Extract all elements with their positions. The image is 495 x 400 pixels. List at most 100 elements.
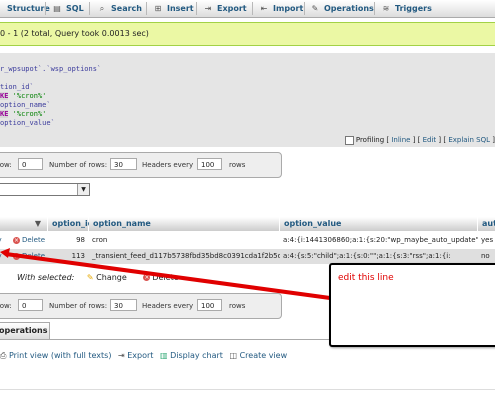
delete-row-link[interactable]: × Delete <box>10 233 48 248</box>
tab-search-label: Search <box>111 4 142 13</box>
nav-divider <box>196 2 197 15</box>
headers-every-label: Headers every <box>142 302 194 310</box>
tab-triggers[interactable]: ≋ Triggers <box>381 0 432 17</box>
import-icon: ⇤ <box>260 4 268 13</box>
tab-import[interactable]: ⇤ Import <box>259 0 304 17</box>
nav-divider <box>374 2 375 15</box>
column-header-autoload[interactable]: auto <box>478 217 495 231</box>
annotation-callout: edit this line <box>329 263 495 347</box>
table-row: py ×Delete 98 cron a:4:{i:1441306860;a:1… <box>0 233 495 248</box>
tab-import-label: Import <box>273 4 304 13</box>
export-link[interactable]: Export <box>127 351 153 360</box>
start-row-label: row: <box>0 302 12 310</box>
nav-divider <box>304 2 305 15</box>
column-header-option-value[interactable]: option_value <box>280 217 478 231</box>
pencil-icon: ✎ <box>86 273 94 282</box>
delete-selected-button[interactable]: Delete <box>152 273 178 282</box>
cell-option-value: a:4:{s:5:"child";a:1:{s:0:"";a:1:{s:3:"r… <box>283 252 451 260</box>
start-row-input[interactable]: 0 <box>18 299 43 311</box>
top-nav-bar: Structure ▤ SQL ⌕ Search ⊞ Insert ⇥ Export ⇤… <box>0 0 495 18</box>
cell-option-id: 113 <box>71 252 85 260</box>
print-view-link[interactable]: Print view (with full texts) <box>9 351 112 360</box>
nav-divider <box>252 2 253 15</box>
sort-by-key-select[interactable]: ▼ <box>0 183 90 196</box>
sql-line: option_value` <box>0 119 55 127</box>
rows-label: rows <box>229 302 246 310</box>
number-of-rows-input[interactable]: 30 <box>110 299 137 311</box>
start-row-input[interactable]: 0 <box>18 158 43 170</box>
results-navigation-top: row: 0 Number of rows: 30 Headers every … <box>0 152 282 178</box>
tab-search[interactable]: ⌕ Search <box>97 0 142 17</box>
profiling-bar: Profiling [ Inline ] [ Edit ] [ Explain … <box>0 133 495 147</box>
column-header-option-name[interactable]: option_name <box>89 217 280 231</box>
sql-icon: ▤ <box>53 4 61 13</box>
tab-triggers-label: Triggers <box>395 4 432 13</box>
headers-every-label: Headers every <box>142 161 194 169</box>
tab-insert[interactable]: ⊞ Insert <box>153 0 194 17</box>
sql-query-text: r_wpsupot`.`wsp_options` tion_id` KE '%c… <box>0 65 101 128</box>
cell-option-name: cron <box>92 236 108 244</box>
tab-export-label: Export <box>217 4 247 13</box>
print-icon: ⎙ <box>0 351 7 360</box>
tab-operations-label: Operations <box>324 4 374 13</box>
rows-label: rows <box>229 161 246 169</box>
footer-divider <box>0 389 495 390</box>
search-icon: ⌕ <box>99 4 105 13</box>
sql-string: '%cron%' <box>8 110 47 118</box>
delete-label: Delete <box>22 236 45 244</box>
triggers-icon: ≋ <box>382 4 390 13</box>
number-of-rows-label: Number of rows: <box>49 161 108 169</box>
sort-arrow-header[interactable]: ▼ <box>0 217 48 231</box>
nav-divider <box>89 2 90 15</box>
sql-string: '%cron%' <box>8 92 47 100</box>
cell-autoload: yes <box>481 236 494 244</box>
number-of-rows-input[interactable]: 30 <box>110 158 137 170</box>
nav-divider <box>146 2 147 15</box>
with-selected-label: With selected: <box>17 273 75 282</box>
delete-icon: × <box>13 236 20 244</box>
start-row-label: row: <box>0 161 12 169</box>
insert-icon: ⊞ <box>154 4 162 13</box>
headers-every-input[interactable]: 100 <box>197 158 222 170</box>
success-message: 0 - 1 (2 total, Query took 0.0013 sec) <box>0 22 495 46</box>
tab-sql[interactable]: ▤ SQL <box>52 0 83 17</box>
edit-sql-link[interactable]: Edit <box>423 136 437 144</box>
tab-export[interactable]: ⇥ Export <box>203 0 247 17</box>
chevron-down-icon: ▼ <box>77 184 89 195</box>
number-of-rows-label: Number of rows: <box>49 302 108 310</box>
sql-line: option_name` <box>0 101 51 109</box>
change-button[interactable]: Change <box>96 273 127 282</box>
nav-divider <box>45 2 46 15</box>
operations-header-label: operations <box>0 326 48 335</box>
headers-every-input[interactable]: 100 <box>197 299 222 311</box>
with-selected-bar: ll With selected: ✎ Change ×Delete <box>0 271 179 285</box>
explain-sql-link[interactable]: Explain SQL <box>448 136 490 144</box>
tab-structure-label: Structure <box>7 4 50 13</box>
column-header-option-id[interactable]: option_id <box>48 217 93 231</box>
operations-header: operations <box>0 322 50 339</box>
cell-autoload: no <box>481 252 490 260</box>
annotation-text: edit this line <box>338 273 394 283</box>
profiling-label: Profiling <box>355 136 385 144</box>
tab-insert-label: Insert <box>167 4 194 13</box>
tab-operations[interactable]: ✎ Operations <box>310 0 374 17</box>
tab-structure[interactable]: Structure <box>7 0 50 17</box>
cell-option-value: a:4:{i:1441306860;a:1:{s:20:"wp_maybe_au… <box>283 236 478 244</box>
operations-icon: ✎ <box>311 4 319 13</box>
create-view-icon: ◫ <box>229 351 238 360</box>
inline-edit-link[interactable]: Inline <box>391 136 410 144</box>
cell-option-name: _transient_feed_d117b5738fbd35bd8c0391cd… <box>92 252 280 260</box>
delete-label: Delete <box>22 252 45 260</box>
delete-icon: × <box>143 274 151 281</box>
create-view-link[interactable]: Create view <box>240 351 288 360</box>
sql-line: r_wpsupot`.`wsp_options` <box>0 65 102 73</box>
results-navigation-bottom: row: 0 Number of rows: 30 Headers every … <box>0 293 282 319</box>
success-message-text: 0 - 1 (2 total, Query took 0.0013 sec) <box>0 29 149 38</box>
profiling-checkbox[interactable] <box>344 135 354 145</box>
table-row: py ×Delete 113 _transient_feed_d117b5738… <box>0 249 495 264</box>
export-icon: ⇥ <box>204 4 212 13</box>
display-chart-link[interactable]: Display chart <box>170 351 223 360</box>
sql-line: tion_id` <box>0 83 34 91</box>
cell-option-id: 98 <box>76 236 85 244</box>
delete-row-link[interactable]: × Delete <box>10 249 48 264</box>
